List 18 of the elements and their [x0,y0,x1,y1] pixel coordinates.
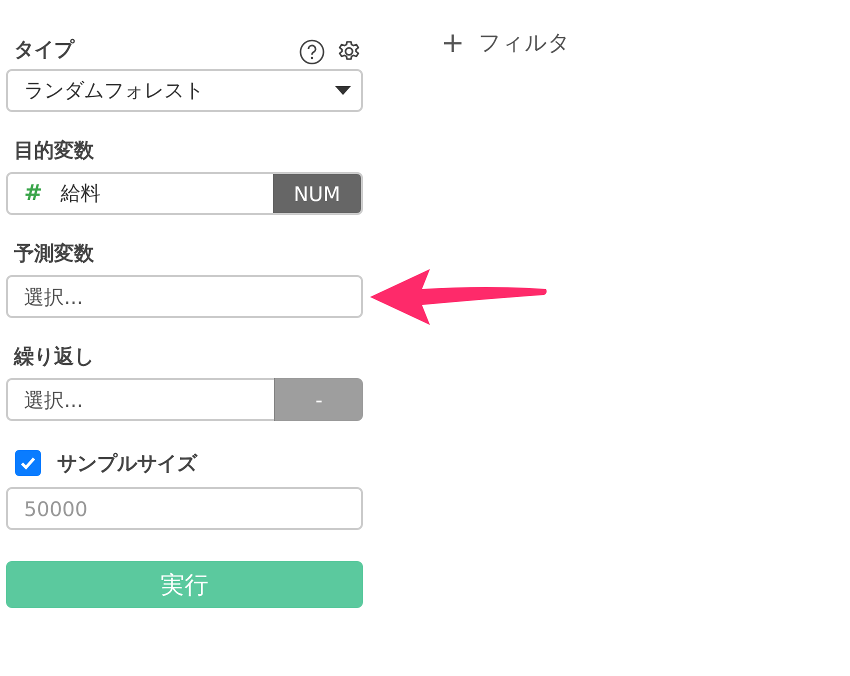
field-label: 予測変数 [14,240,95,267]
help-icon[interactable] [299,39,325,65]
field-label: タイプ [14,36,74,63]
checkmark-icon [20,456,36,470]
field-label: 目的変数 [14,137,95,164]
number-type-icon: # [24,181,42,206]
caret-icon [335,86,351,95]
checkbox[interactable] [15,450,41,476]
repeat-select[interactable]: 選択... [6,378,274,421]
target-variable-field[interactable]: # 給料 NUM [6,172,363,215]
type-badge: NUM [273,174,361,213]
predictor-select[interactable]: 選択... [6,275,363,318]
type-dropdown[interactable]: ランダムフォレスト [6,69,363,112]
field-label: サンプルサイズ [57,450,197,477]
add-filter-button[interactable]: + フィルタ [437,22,574,63]
field-label: 繰り返し [14,343,95,370]
sample-size-input[interactable]: 50000 [6,487,363,530]
field-value: 給料 [60,180,100,207]
